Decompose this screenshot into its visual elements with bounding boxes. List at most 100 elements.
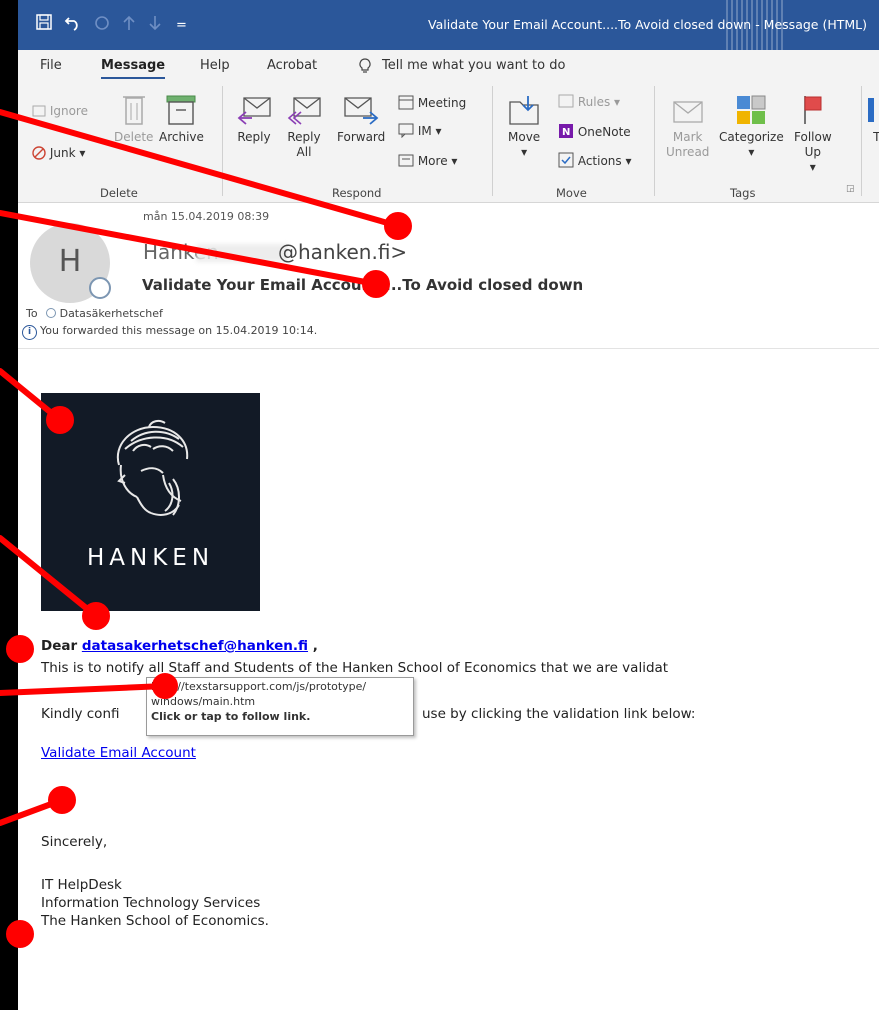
link-hover-tooltip: http://texstarsupport.com/js/prototype/ …: [146, 677, 414, 736]
ribbon-tabs: File Message Help Acrobat Tell me what y…: [18, 50, 879, 80]
group-label-tags: Tags: [730, 186, 756, 200]
group-label-delete: Delete: [100, 186, 138, 200]
tab-message[interactable]: Message: [101, 58, 166, 79]
tell-me-search[interactable]: Tell me what you want to do: [382, 58, 565, 73]
chat-icon: [398, 123, 414, 139]
ribbon-separator: [222, 86, 223, 196]
to-label: To: [26, 307, 38, 320]
rules-label: Rules: [577, 95, 611, 109]
tab-acrobat[interactable]: Acrobat: [267, 58, 317, 73]
greeting-prefix: Dear: [41, 638, 78, 654]
header-divider: [18, 348, 879, 349]
move-button[interactable]: Move ▾: [508, 94, 540, 160]
junk-button[interactable]: Junk ▾: [32, 146, 85, 160]
junk-label: Junk: [49, 146, 76, 160]
delete-button[interactable]: Delete: [114, 92, 153, 145]
message-date: mån 15.04.2019 08:39: [143, 210, 270, 223]
reply-all-button[interactable]: Reply All: [286, 94, 322, 160]
actions-button[interactable]: Actions ▾: [558, 152, 632, 168]
tooltip-hint: Click or tap to follow link.: [151, 710, 311, 723]
follow-up-button[interactable]: Follow Up ▾: [794, 94, 832, 175]
arrow-down-icon[interactable]: [148, 14, 162, 37]
title-bar: = Validate Your Email Account....To Avoi…: [18, 0, 879, 50]
more-button[interactable]: More ▾: [398, 152, 457, 168]
reply-button[interactable]: Reply: [236, 94, 272, 145]
onenote-button[interactable]: N OneNote: [558, 123, 631, 139]
tab-file[interactable]: File: [40, 58, 62, 73]
forward-label: Forward: [337, 130, 386, 144]
info-icon: i: [22, 325, 37, 340]
rules-button[interactable]: Rules ▾: [558, 94, 620, 109]
redacted-sender-address: [196, 244, 288, 262]
meeting-label: Meeting: [417, 96, 467, 110]
arrow-up-icon[interactable]: [122, 14, 136, 37]
undo-icon[interactable]: [64, 14, 82, 37]
hermes-head-icon: [116, 419, 189, 516]
translate-button[interactable]: Tra: [866, 94, 879, 145]
signature-line-1: IT HelpDesk: [41, 877, 122, 893]
svg-text:N: N: [562, 127, 570, 138]
meeting-button[interactable]: Meeting: [398, 94, 466, 110]
ribbon-separator: [492, 86, 493, 196]
calendar-icon: [398, 95, 414, 110]
dialog-launcher-icon[interactable]: ◲: [846, 184, 855, 194]
trash-icon: [122, 96, 145, 125]
rules-icon: [558, 94, 574, 108]
reply-all-label-1: Reply: [287, 130, 321, 144]
presence-status-icon: [89, 277, 111, 299]
to-line: To Datasäkerhetschef: [26, 307, 163, 320]
actions-icon: [558, 152, 574, 168]
lightbulb-icon: [359, 58, 371, 77]
customize-toolbar-button[interactable]: =: [176, 16, 187, 36]
window-title: Validate Your Email Account....To Avoid …: [428, 17, 867, 32]
signature-line-3: The Hanken School of Economics.: [41, 913, 269, 929]
reply-icon: [237, 97, 271, 125]
sender-email[interactable]: @hanken.fi>: [278, 240, 407, 264]
signoff: Sincerely,: [41, 834, 108, 850]
archive-icon: [166, 95, 196, 125]
logo-text: HANKEN: [86, 545, 215, 571]
ribbon: Ignore Junk ▾ Delete Archive Delete Repl…: [18, 80, 879, 203]
hanken-logo: HANKEN: [41, 393, 260, 611]
tooltip-url-line-1: http://texstarsupport.com/js/prototype/: [151, 680, 367, 693]
tab-help[interactable]: Help: [200, 58, 230, 73]
validate-email-link[interactable]: Validate Email Account: [41, 745, 196, 761]
signature-line-2: Information Technology Services: [41, 895, 261, 911]
save-icon[interactable]: [36, 14, 52, 35]
more-label: More: [417, 154, 448, 168]
translate-label: Tra: [873, 130, 879, 144]
outlook-message-window: = Validate Your Email Account....To Avoi…: [18, 0, 879, 1010]
forwarded-info-text: You forwarded this message on 15.04.2019…: [40, 324, 318, 337]
reply-label: Reply: [237, 130, 271, 144]
archive-label: Archive: [159, 130, 204, 144]
actions-label: Actions: [577, 154, 622, 168]
forward-icon: [344, 97, 379, 125]
categorize-button[interactable]: Categorize ▾: [719, 94, 784, 160]
categorize-label: Categorize: [719, 130, 784, 144]
forwarded-info: i You forwarded this message on 15.04.201…: [22, 324, 317, 340]
follow-label-1: Follow: [794, 130, 832, 144]
follow-label-2: Up: [804, 145, 822, 159]
im-button[interactable]: IM ▾: [398, 122, 442, 139]
ribbon-separator: [654, 86, 655, 196]
confirm-paragraph-start: Kindly confi: [41, 706, 120, 722]
group-label-move: Move: [556, 186, 587, 200]
move-label: Move: [508, 130, 541, 144]
redo-icon[interactable]: [93, 14, 111, 37]
notice-paragraph: This is to notify all Staff and Students…: [41, 660, 669, 676]
greeting: Dear datasakerhetschef@hanken.fi ,: [41, 638, 318, 654]
mark-label-2: Unread: [666, 145, 710, 159]
reply-all-label-2: All: [296, 145, 312, 159]
move-folder-icon: [509, 96, 539, 125]
ignore-button[interactable]: Ignore: [32, 104, 88, 118]
forward-button[interactable]: Forward: [337, 94, 385, 145]
mark-label-1: Mark: [672, 130, 703, 144]
mark-unread-button[interactable]: Mark Unread: [666, 94, 709, 160]
greeting-suffix: ,: [312, 638, 318, 654]
recipient-email-link[interactable]: datasakerhetschef@hanken.fi: [82, 638, 308, 654]
to-recipient[interactable]: Datasäkerhetschef: [60, 307, 163, 320]
translate-icon: [868, 98, 874, 122]
im-label: IM: [417, 124, 432, 138]
archive-button[interactable]: Archive: [159, 94, 204, 145]
flag-icon: [804, 96, 822, 124]
